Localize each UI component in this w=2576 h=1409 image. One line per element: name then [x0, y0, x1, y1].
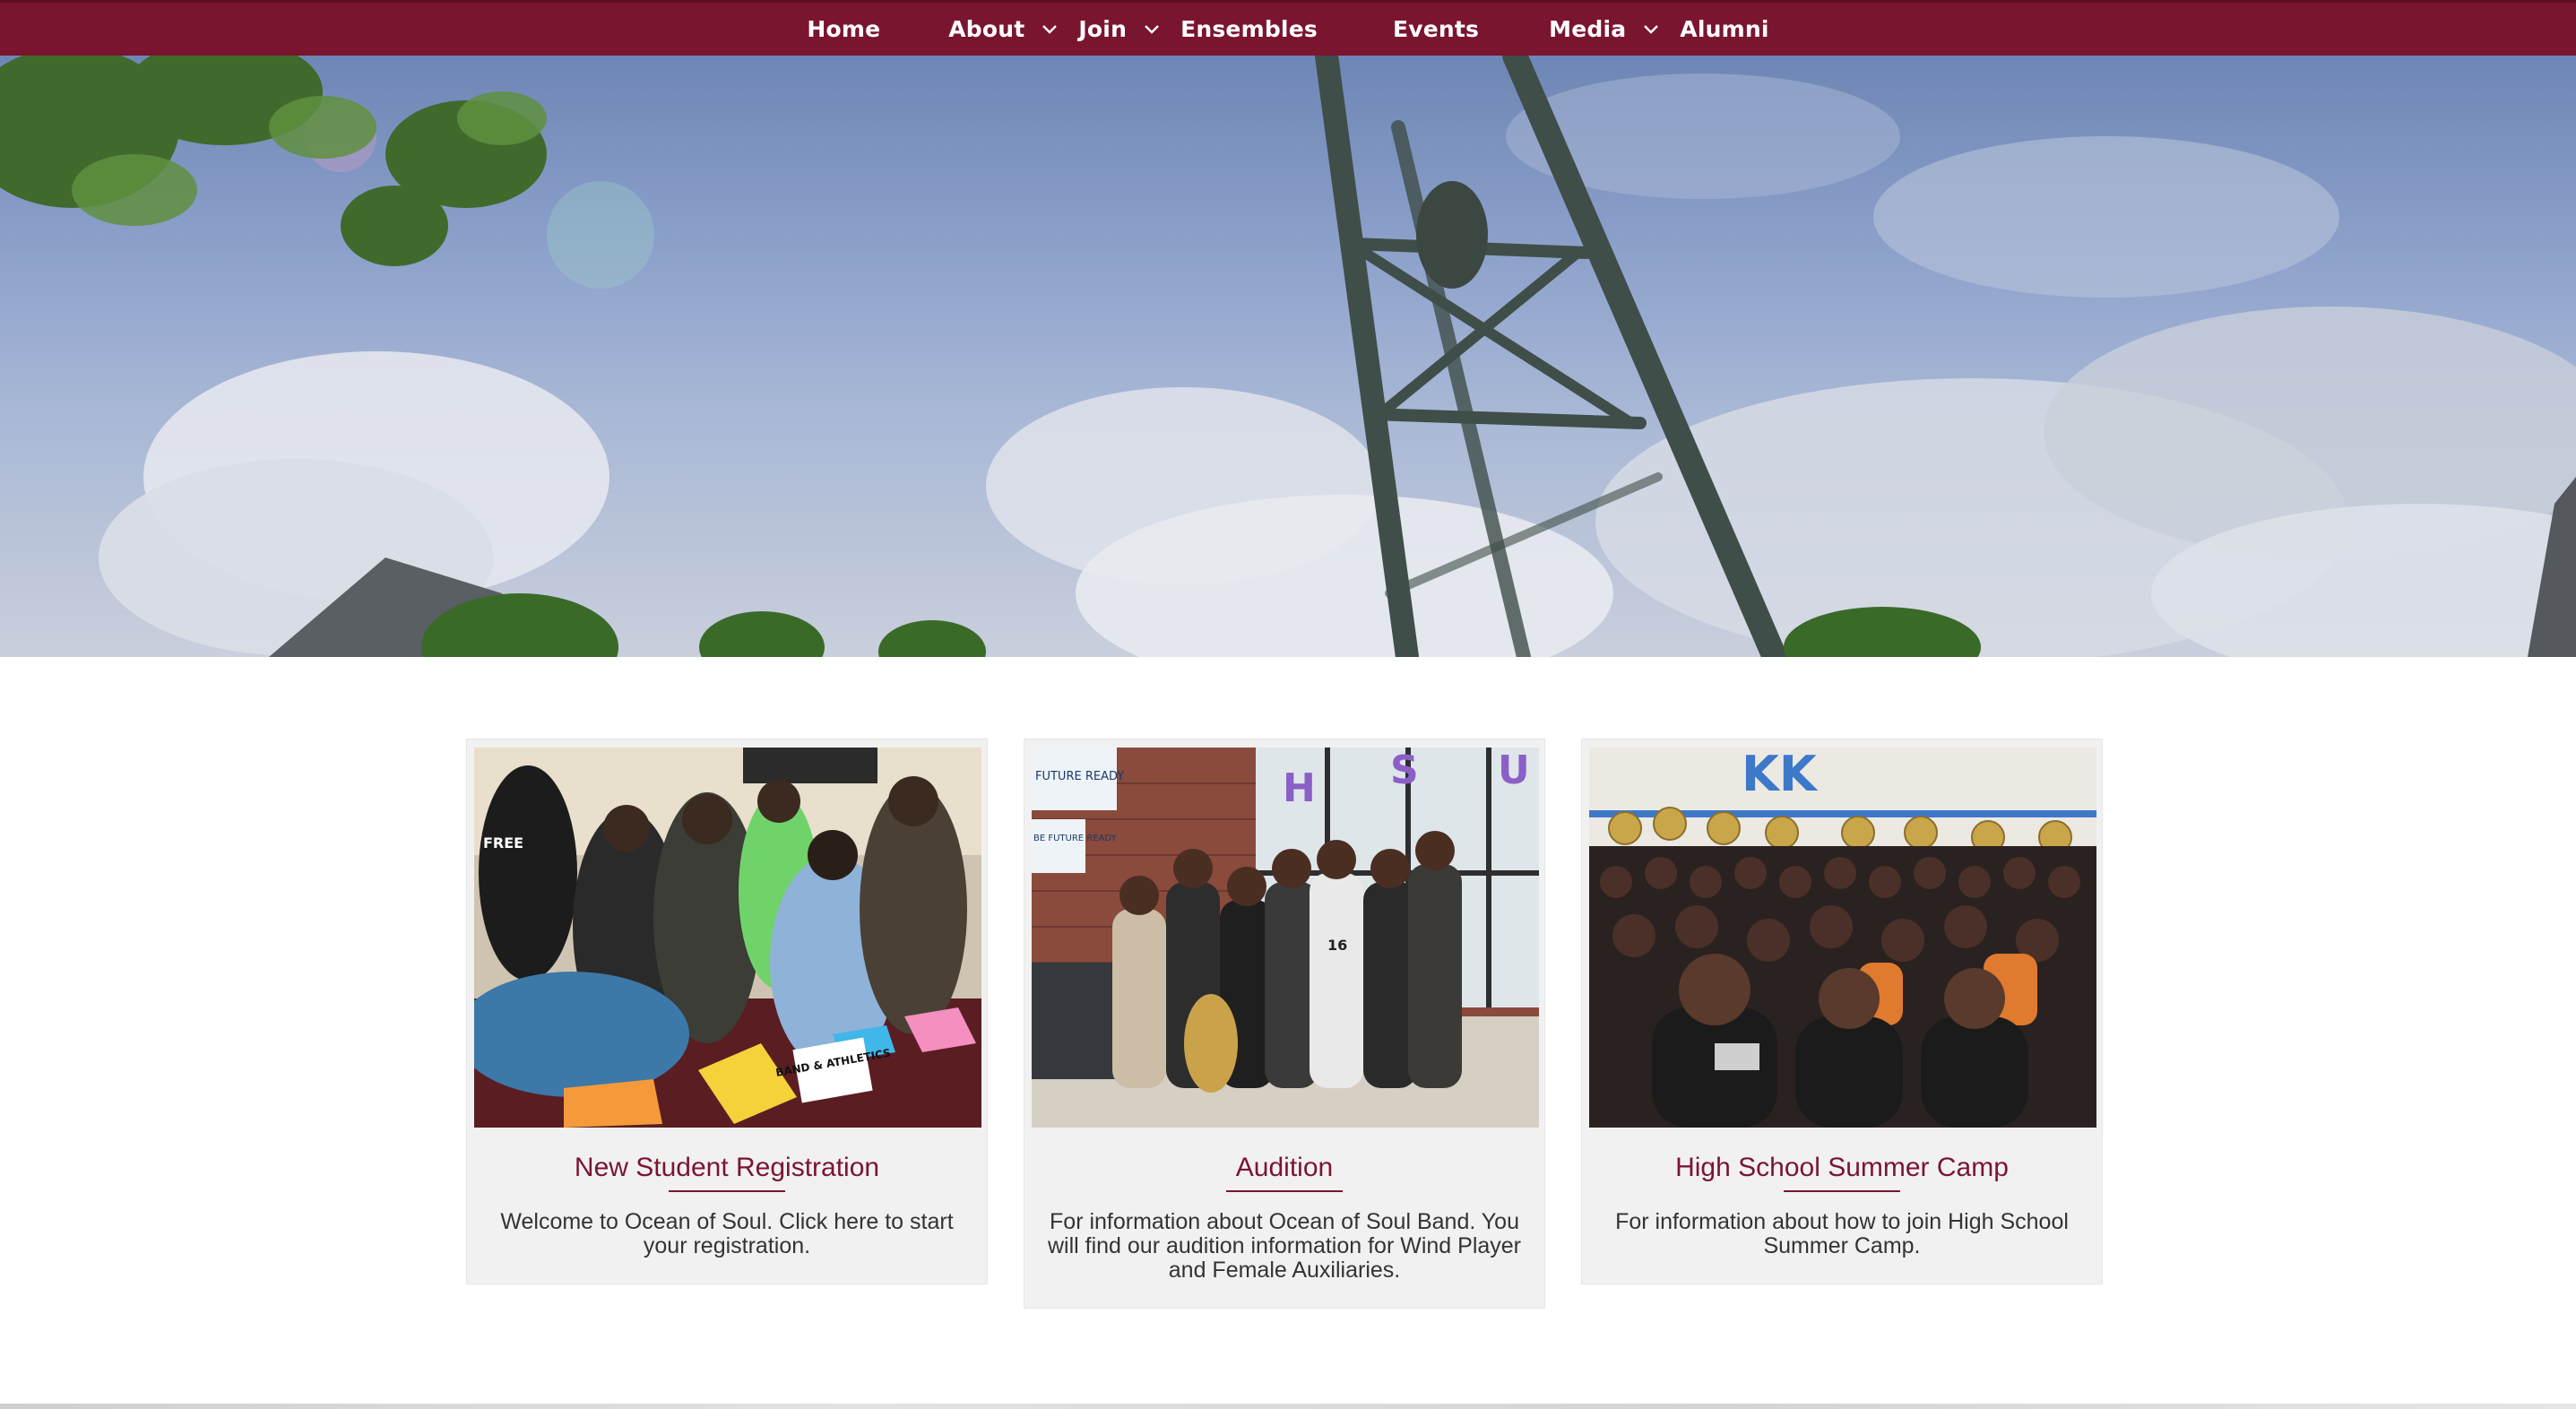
nav-menu: Home About Join Ensembles Events Media A…: [807, 3, 1768, 56]
audition-photo[interactable]: H S U FUTURE READY BE FUTURE READY 16: [1032, 748, 1539, 1128]
banner-future-ready: FUTURE READY: [1035, 770, 1124, 783]
nav-item-ensembles[interactable]: Ensembles: [1180, 3, 1318, 56]
registration-photo[interactable]: BAND & ATHLETICS FREE: [474, 748, 981, 1128]
footer-edge: [0, 1404, 2576, 1409]
nav-item-label: Media: [1549, 16, 1627, 42]
chevron-down-icon[interactable]: [1041, 21, 1059, 39]
wall-letters: KK: [1742, 748, 1819, 802]
card-description: Welcome to Ocean of Soul. Click here to …: [500, 1209, 954, 1258]
card-high-school-summer-camp[interactable]: KK High School Summer Camp For informati…: [1581, 739, 2103, 1284]
nav-item-label: About: [948, 16, 1025, 42]
summer-camp-photo[interactable]: KK: [1589, 748, 2096, 1128]
banner-be-future-ready: BE FUTURE READY: [1033, 834, 1118, 843]
nav-item-about[interactable]: About: [948, 3, 1059, 56]
svg-text:S: S: [1390, 748, 1419, 793]
nav-item-media[interactable]: Media: [1549, 3, 1660, 56]
nav-item-label: Home: [807, 16, 881, 42]
hero-illustration: [0, 56, 2576, 657]
hero-banner-image: [0, 56, 2576, 657]
shirt-text: FREE: [483, 834, 523, 851]
svg-text:H: H: [1283, 765, 1316, 811]
nav-item-label: Join: [1078, 16, 1128, 42]
nav-item-label: Events: [1392, 16, 1480, 42]
chevron-down-icon[interactable]: [1143, 21, 1161, 39]
card-title[interactable]: Audition: [1032, 1153, 1537, 1192]
card-title[interactable]: New Student Registration: [474, 1153, 980, 1192]
chevron-down-icon[interactable]: [1642, 21, 1660, 39]
nav-item-label: Ensembles: [1180, 16, 1318, 42]
nav-item-join[interactable]: Join: [1078, 3, 1161, 56]
nav-item-home[interactable]: Home: [807, 3, 880, 56]
card-title[interactable]: High School Summer Camp: [1589, 1153, 2095, 1192]
card-audition[interactable]: H S U FUTURE READY BE FUTURE READY 16 Au…: [1024, 739, 1545, 1309]
jersey-number: 16: [1327, 937, 1347, 954]
svg-text:U: U: [1498, 748, 1530, 793]
nav-item-alumni[interactable]: Alumni: [1680, 3, 1768, 56]
card-new-student-registration[interactable]: BAND & ATHLETICS FREE New Student Regist…: [466, 739, 988, 1284]
card-description: For information about how to join High S…: [1615, 1209, 2069, 1258]
nav-item-events[interactable]: Events: [1393, 3, 1479, 56]
card-description: For information about Ocean of Soul Band…: [1047, 1209, 1521, 1283]
top-navigation: Home About Join Ensembles Events Media A…: [0, 0, 2576, 56]
nav-item-label: Alumni: [1680, 16, 1769, 42]
